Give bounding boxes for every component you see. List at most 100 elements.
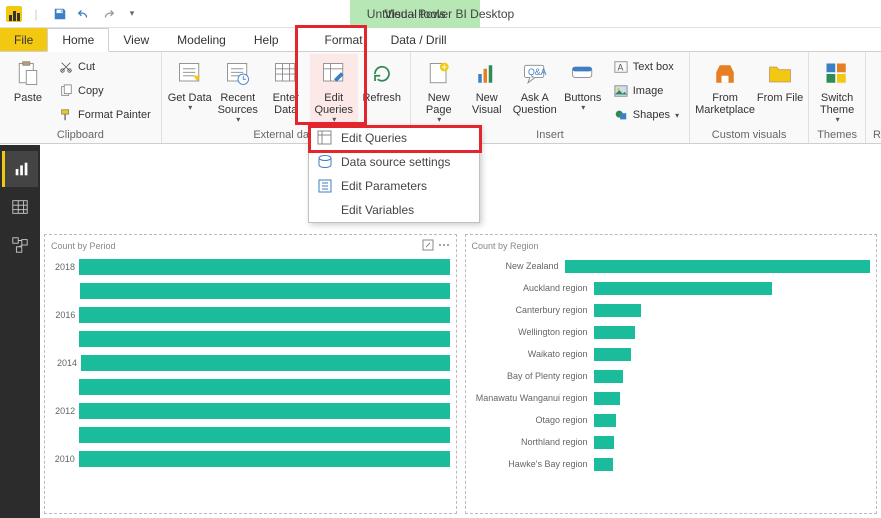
dropdown-data-source-settings[interactable]: Data source settings: [309, 150, 479, 174]
new-page-button[interactable]: New Page▾: [415, 54, 463, 126]
data-bar: [594, 326, 636, 339]
model-view-button[interactable]: [2, 227, 38, 263]
bar-row: 2016: [47, 303, 450, 327]
get-data-icon: [174, 58, 206, 90]
from-file-icon: [764, 58, 796, 90]
textbox-icon: A: [613, 59, 629, 75]
axis-label: 2010: [47, 454, 79, 464]
bar-row: Canterbury region: [468, 299, 871, 321]
shapes-button[interactable]: Shapes▾: [609, 104, 683, 126]
bar-row: Wellington region: [468, 321, 871, 343]
paste-icon: [12, 58, 44, 90]
chevron-down-icon: ▾: [581, 104, 585, 113]
data-bar: [81, 355, 450, 371]
format-painter-button[interactable]: Format Painter: [54, 104, 155, 126]
partial-button[interactable]: [870, 54, 881, 126]
copy-button[interactable]: Copy: [54, 80, 155, 102]
axis-label: 2014: [47, 358, 81, 368]
dropdown-edit-parameters[interactable]: Edit Parameters: [309, 174, 479, 198]
undo-icon[interactable]: [74, 4, 94, 24]
from-marketplace-button[interactable]: From Marketplace: [694, 54, 756, 126]
paste-button[interactable]: Paste: [4, 54, 52, 126]
data-bar: [79, 379, 449, 395]
data-bar: [594, 282, 773, 295]
data-bar: [565, 260, 870, 273]
new-visual-button[interactable]: New Visual: [463, 54, 511, 126]
chevron-down-icon: ▾: [188, 104, 192, 113]
focus-mode-icon[interactable]: [422, 239, 434, 254]
chevron-down-icon: ▾: [836, 116, 840, 125]
qat-customize-icon[interactable]: ▾: [122, 4, 142, 24]
data-bar: [594, 392, 621, 405]
data-bar: [594, 370, 624, 383]
save-icon[interactable]: [50, 4, 70, 24]
group-custom-visuals: From Marketplace From File Custom visual…: [690, 52, 809, 143]
data-bar: [80, 283, 449, 299]
edit-queries-button[interactable]: Edit Queries▾: [310, 54, 358, 126]
chart-bars: New ZealandAuckland regionCanterbury reg…: [468, 255, 871, 475]
edit-queries-icon: [318, 58, 350, 90]
tab-file[interactable]: File: [0, 28, 47, 51]
svg-text:A: A: [617, 63, 623, 73]
copy-icon: [58, 83, 74, 99]
report-view-button[interactable]: [2, 151, 38, 187]
tab-format[interactable]: Format: [311, 28, 377, 51]
axis-label: 2012: [47, 406, 79, 416]
axis-label: Otago region: [468, 415, 594, 425]
cut-button[interactable]: Cut: [54, 56, 155, 78]
data-bar: [79, 331, 450, 347]
textbox-button[interactable]: AText box: [609, 56, 683, 78]
more-options-icon[interactable]: [438, 239, 450, 254]
powerbi-icon: [6, 6, 22, 22]
data-bar: [79, 451, 450, 467]
from-file-button[interactable]: From File: [756, 54, 804, 126]
axis-label: Canterbury region: [468, 305, 594, 315]
axis-label: 2018: [47, 262, 79, 272]
group-clipboard: Paste Cut Copy Format Painter Clipboard: [0, 52, 162, 143]
title-bar: | ▾ Visual tools Untitled - Power BI Des…: [0, 0, 881, 28]
edit-queries-icon: [317, 130, 333, 146]
tab-help[interactable]: Help: [240, 28, 293, 51]
chevron-down-icon: ▾: [437, 116, 441, 125]
chart-count-by-region[interactable]: Count by Region New ZealandAuckland regi…: [465, 234, 878, 514]
format-painter-icon: [58, 107, 74, 123]
ribbon-tabs: File Home View Modeling Help Format Data…: [0, 28, 881, 52]
ask-question-button[interactable]: Q&AAsk A Question: [511, 54, 559, 126]
buttons-button[interactable]: Buttons▾: [559, 54, 607, 126]
tab-home[interactable]: Home: [47, 28, 109, 52]
switch-theme-button[interactable]: Switch Theme▾: [813, 54, 861, 126]
refresh-icon: [366, 58, 398, 90]
chevron-down-icon: ▾: [236, 116, 240, 125]
quick-access-toolbar: | ▾: [0, 4, 142, 24]
tab-view[interactable]: View: [109, 28, 163, 51]
bar-row: [47, 375, 450, 399]
tab-data-drill[interactable]: Data / Drill: [377, 28, 461, 51]
image-button[interactable]: Image: [609, 80, 683, 102]
chart-title: Count by Region: [472, 241, 867, 251]
bar-row: [47, 423, 450, 447]
chart-toolbar: [422, 239, 450, 254]
bar-row: Waikato region: [468, 343, 871, 365]
data-bar: [79, 403, 449, 419]
get-data-button[interactable]: Get Data▾: [166, 54, 214, 126]
chevron-down-icon: ▾: [675, 111, 679, 120]
bar-row: 2018: [47, 255, 450, 279]
data-bar: [594, 458, 613, 471]
chart-count-by-period[interactable]: Count by Period 20182016201420122010: [44, 234, 457, 514]
recent-sources-button[interactable]: Recent Sources▾: [214, 54, 262, 126]
enter-data-button[interactable]: Enter Data: [262, 54, 310, 126]
image-icon: [613, 83, 629, 99]
data-bar: [79, 427, 450, 443]
group-label-clipboard: Clipboard: [4, 129, 157, 143]
axis-label: Northland region: [468, 437, 594, 447]
redo-icon[interactable]: [98, 4, 118, 24]
dropdown-edit-queries[interactable]: Edit Queries: [309, 126, 479, 150]
data-view-button[interactable]: [2, 189, 38, 225]
buttons-icon: [567, 58, 599, 90]
tab-modeling[interactable]: Modeling: [163, 28, 240, 51]
view-rail: [0, 145, 40, 518]
data-bar: [79, 307, 449, 323]
refresh-button[interactable]: Refresh: [358, 54, 406, 126]
dropdown-edit-variables[interactable]: Edit Variables: [309, 198, 479, 222]
axis-label: Hawke's Bay region: [468, 459, 594, 469]
